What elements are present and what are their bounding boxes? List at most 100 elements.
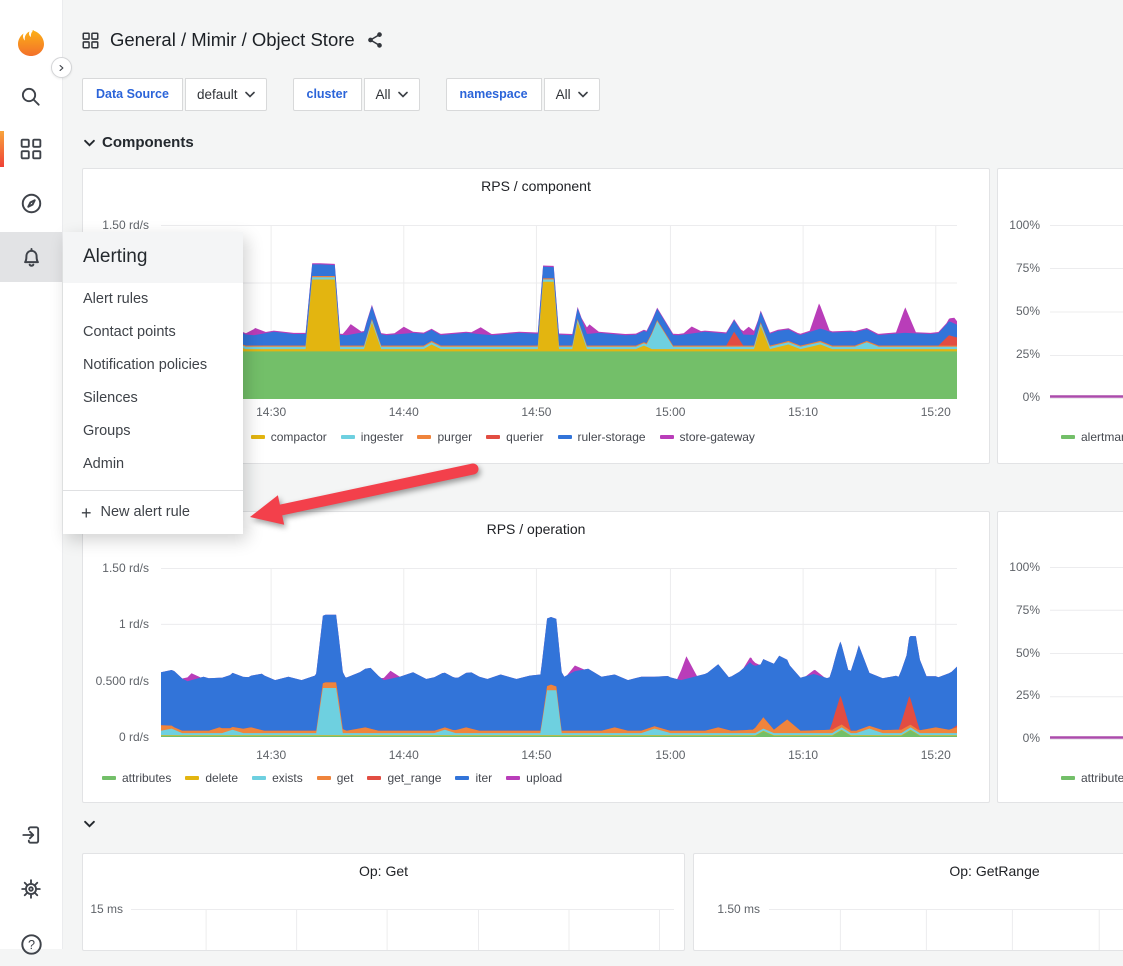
legend-swatch bbox=[455, 776, 470, 780]
legend-item[interactable]: alertmanager-storage bbox=[1061, 430, 1123, 444]
legend-item[interactable]: purger bbox=[417, 430, 472, 444]
sidebar-item-alerting[interactable] bbox=[0, 235, 62, 279]
sidebar-item-explore[interactable] bbox=[0, 181, 62, 225]
grafana-logo[interactable] bbox=[0, 21, 62, 65]
share-icon[interactable] bbox=[366, 31, 384, 49]
legend-swatch bbox=[1061, 435, 1075, 439]
variable-label[interactable]: namespace bbox=[445, 78, 542, 111]
axis-tick-label: 75% bbox=[1015, 602, 1040, 617]
axis-tick-label: 15:10 bbox=[788, 405, 819, 419]
variable-value: All bbox=[375, 87, 391, 102]
plus-icon: + bbox=[81, 502, 92, 523]
variable-value-dropdown[interactable]: All bbox=[363, 78, 420, 111]
x-axis: 14:30 14:40 14:50 15:00 15:10 15:20 bbox=[161, 405, 957, 419]
legend-item[interactable]: get_range bbox=[367, 771, 441, 785]
chart-op-get[interactable] bbox=[131, 909, 674, 950]
axis-tick-label: 100% bbox=[1009, 560, 1040, 574]
variable-label[interactable]: cluster bbox=[292, 78, 362, 111]
axis-tick-label: 1.50 ms bbox=[717, 902, 760, 916]
legend-swatch bbox=[340, 435, 355, 439]
legend-item[interactable]: delete bbox=[185, 771, 238, 785]
legend-item[interactable]: exists bbox=[252, 771, 303, 785]
axis-tick-label: 15:20 bbox=[920, 748, 951, 762]
axis-tick-label: 14:30 bbox=[256, 748, 287, 762]
axis-tick-label: 15 ms bbox=[90, 902, 123, 916]
variable-value-dropdown[interactable]: All bbox=[543, 78, 600, 111]
chart-rps-operation[interactable] bbox=[161, 568, 957, 737]
axis-tick-label: 25% bbox=[1015, 347, 1040, 361]
settings-gear-icon[interactable] bbox=[0, 867, 62, 911]
x-axis: 14:30 14:40 14:50 15:00 15:10 15:20 bbox=[161, 748, 957, 762]
breadcrumb[interactable]: General / Mimir / Object Store bbox=[82, 29, 384, 51]
axis-tick-label: 14:50 bbox=[521, 405, 552, 419]
menu-item-silences[interactable]: Silences bbox=[63, 382, 243, 415]
panel-components-right: 100% 75% 50% 25% 0% alertmanager-storage bbox=[997, 168, 1123, 464]
panel-op-getrange: Op: GetRange 1.50 ms bbox=[693, 853, 1123, 951]
legend-item[interactable]: iter bbox=[455, 771, 492, 785]
axis-tick-label: 0.500 rd/s bbox=[95, 673, 149, 688]
menu-item-contact-points[interactable]: Contact points bbox=[63, 316, 243, 349]
axis-tick-label: 15:00 bbox=[655, 748, 686, 762]
search-icon[interactable] bbox=[0, 75, 62, 119]
chart-op-getrange[interactable] bbox=[769, 909, 1123, 950]
row-toggle-operations[interactable] bbox=[84, 820, 95, 828]
menu-item-groups[interactable]: Groups bbox=[63, 415, 243, 448]
row-toggle-components[interactable]: Components bbox=[84, 134, 194, 151]
legend-label: get bbox=[336, 771, 354, 785]
chart-operations-right[interactable] bbox=[1050, 567, 1123, 740]
menu-item-notification-policies[interactable]: Notification policies bbox=[63, 349, 243, 382]
axis-tick-label: 0 rd/s bbox=[118, 730, 149, 744]
legend-swatch bbox=[185, 776, 200, 780]
legend-swatch bbox=[367, 776, 382, 780]
legend-item[interactable]: ingester bbox=[340, 430, 403, 444]
legend-swatch bbox=[417, 435, 432, 439]
axis-tick-label: 75% bbox=[1015, 261, 1040, 275]
axis-tick-label: 1.50 rd/s bbox=[102, 218, 149, 232]
chevron-down-icon bbox=[84, 139, 95, 147]
axis-tick-label: 14:40 bbox=[388, 405, 419, 419]
sidebar-expand-button[interactable] bbox=[51, 57, 72, 78]
grafana-app: ? General / Mimir / Object Store Data So… bbox=[0, 0, 1123, 955]
variable-label[interactable]: Data Source bbox=[82, 78, 183, 111]
panel-title[interactable]: Op: GetRange bbox=[694, 863, 1123, 879]
chart-rps-component[interactable] bbox=[161, 225, 957, 399]
legend-swatch bbox=[252, 776, 267, 780]
legend-label: store-gateway bbox=[679, 430, 755, 444]
legend-item[interactable]: store-gateway bbox=[659, 430, 755, 444]
legend-item[interactable]: querier bbox=[486, 430, 544, 444]
legend-label: compactor bbox=[270, 430, 327, 444]
legend-label: purger bbox=[437, 430, 473, 444]
legend-item[interactable]: upload bbox=[506, 771, 562, 785]
legend-item[interactable]: attributes bbox=[102, 771, 171, 785]
chart-legend: attributesdelete bbox=[1061, 771, 1123, 785]
legend-item[interactable]: attributes bbox=[1061, 771, 1123, 785]
axis-tick-label: 1.50 rd/s bbox=[102, 561, 149, 575]
panel-title[interactable]: RPS / component bbox=[83, 178, 989, 194]
page-title[interactable]: General / Mimir / Object Store bbox=[110, 29, 355, 51]
variable-value-dropdown[interactable]: default bbox=[184, 78, 267, 111]
chart-components-right[interactable] bbox=[1050, 225, 1123, 399]
axis-tick-label: 14:30 bbox=[256, 405, 287, 419]
menu-title: Alerting bbox=[63, 232, 243, 283]
panel-title[interactable]: Op: Get bbox=[83, 863, 684, 879]
help-icon[interactable]: ? bbox=[0, 922, 62, 966]
menu-item-new-alert-rule[interactable]: + New alert rule bbox=[63, 491, 243, 534]
menu-item-alert-rules[interactable]: Alert rules bbox=[63, 283, 243, 316]
panel-op-get: Op: Get 15 ms bbox=[82, 853, 685, 951]
legend-label: delete bbox=[205, 771, 239, 785]
menu-item-admin[interactable]: Admin bbox=[63, 448, 243, 481]
chevron-down-icon bbox=[84, 820, 95, 828]
legend-swatch bbox=[557, 435, 572, 439]
sign-in-icon[interactable] bbox=[0, 813, 62, 857]
chart-legend: attributes delete exists get get_range iter up… bbox=[102, 771, 576, 785]
y-axis: 100% 75% 50% 25% 0% bbox=[1004, 218, 1044, 404]
legend-item[interactable]: ruler-storage bbox=[557, 430, 646, 444]
sidebar-item-dashboards[interactable] bbox=[0, 127, 62, 171]
y-axis: 1.50 ms bbox=[694, 902, 764, 950]
menu-item-label: New alert rule bbox=[100, 504, 190, 520]
dashboard-variables-toolbar: Data Source default cluster All namespac… bbox=[82, 78, 626, 111]
legend-item[interactable]: compactor bbox=[250, 430, 327, 444]
y-axis: 15 ms bbox=[83, 902, 127, 950]
y-axis: 1.50 rd/s 1 rd/s 0.500 rd/s 0 rd/s bbox=[83, 561, 153, 744]
legend-item[interactable]: get bbox=[316, 771, 354, 785]
